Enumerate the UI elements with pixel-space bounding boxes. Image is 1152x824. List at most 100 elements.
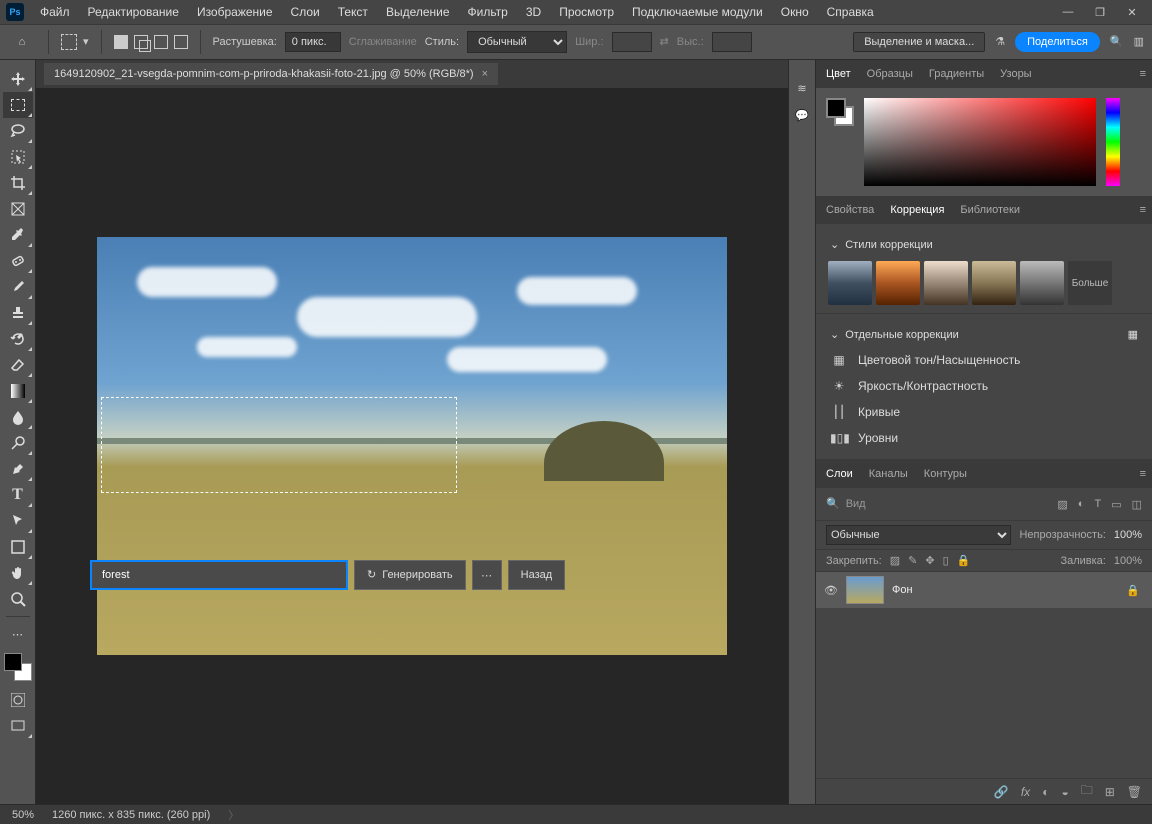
- menu-help[interactable]: Справка: [819, 2, 882, 22]
- adj-bright-contrast[interactable]: ☀Яркость/Контрастность: [828, 373, 1140, 399]
- select-and-mask-button[interactable]: Выделение и маска...: [853, 32, 985, 52]
- sel-new-icon[interactable]: [114, 35, 128, 49]
- layer-filter-select[interactable]: Вид: [846, 494, 1052, 514]
- tab-paths[interactable]: Контуры: [924, 468, 967, 480]
- tab-correction[interactable]: Коррекция: [890, 204, 944, 216]
- lock-paint-icon[interactable]: ✎: [908, 554, 917, 567]
- close-icon[interactable]: ✕: [1118, 2, 1146, 22]
- adj-toggle[interactable]: ⌄Отдельные коррекции▦: [828, 322, 1140, 347]
- filter-pixel-icon[interactable]: ▨: [1057, 498, 1067, 511]
- history-brush-tool[interactable]: [3, 326, 33, 352]
- share-button[interactable]: Поделиться: [1015, 32, 1100, 52]
- move-tool[interactable]: [3, 66, 33, 92]
- tab-gradients[interactable]: Градиенты: [929, 68, 984, 80]
- screenmode-icon[interactable]: [3, 713, 33, 739]
- lock-pos-icon[interactable]: ✥: [925, 554, 934, 567]
- maximize-icon[interactable]: ❐: [1086, 2, 1114, 22]
- new-layer-icon[interactable]: ⊞: [1105, 785, 1115, 799]
- corr-style-thumb[interactable]: [876, 261, 920, 305]
- panel-menu-icon[interactable]: ≡: [1140, 468, 1146, 480]
- corr-styles-toggle[interactable]: ⌄Стили коррекции: [828, 232, 1140, 257]
- fg-bg-colors[interactable]: [4, 653, 32, 681]
- shape-tool[interactable]: [3, 534, 33, 560]
- menu-layers[interactable]: Слои: [283, 2, 328, 22]
- stamp-tool[interactable]: [3, 300, 33, 326]
- menu-filter[interactable]: Фильтр: [460, 2, 516, 22]
- sel-subtract-icon[interactable]: [154, 35, 168, 49]
- menu-plugins[interactable]: Подключаемые модули: [624, 2, 771, 22]
- workspace-icon[interactable]: ▥: [1134, 37, 1144, 48]
- zoom-tool[interactable]: [3, 586, 33, 612]
- gen-prompt-input[interactable]: [90, 560, 348, 590]
- menu-text[interactable]: Текст: [330, 2, 376, 22]
- panel-menu-icon[interactable]: ≡: [1140, 68, 1146, 80]
- mask-icon[interactable]: ◐: [1042, 785, 1049, 799]
- status-zoom[interactable]: 50%: [12, 809, 34, 821]
- feather-input[interactable]: [285, 32, 341, 52]
- grid-view-icon[interactable]: ▦: [1128, 328, 1138, 341]
- panel-menu-icon[interactable]: ≡: [1140, 204, 1146, 216]
- tab-close-icon[interactable]: ×: [482, 68, 488, 80]
- path-select-tool[interactable]: [3, 508, 33, 534]
- hand-tool[interactable]: [3, 560, 33, 586]
- corr-style-more[interactable]: Больше: [1068, 261, 1112, 305]
- filter-adjust-icon[interactable]: ◐: [1078, 498, 1085, 511]
- tab-channels[interactable]: Каналы: [869, 468, 908, 480]
- adjustment-layer-icon[interactable]: ◒: [1061, 785, 1068, 799]
- gen-more-button[interactable]: ⋯: [472, 560, 502, 590]
- layer-thumbnail[interactable]: [846, 576, 884, 604]
- filter-text-icon[interactable]: T: [1094, 498, 1101, 511]
- flask-icon[interactable]: ⚗: [995, 37, 1005, 48]
- tab-color[interactable]: Цвет: [826, 68, 851, 80]
- heal-tool[interactable]: [3, 248, 33, 274]
- layer-name[interactable]: Фон: [892, 584, 1118, 596]
- text-tool[interactable]: T: [3, 482, 33, 508]
- corr-style-thumb[interactable]: [924, 261, 968, 305]
- adj-levels[interactable]: ▮▯▮Уровни: [828, 425, 1140, 451]
- tab-patterns[interactable]: Узоры: [1000, 68, 1031, 80]
- style-select[interactable]: Обычный: [467, 31, 567, 53]
- home-button[interactable]: ⌂: [8, 30, 36, 54]
- opacity-value[interactable]: 100%: [1114, 529, 1142, 541]
- tab-layers[interactable]: Слои: [826, 468, 853, 480]
- minimize-icon[interactable]: —: [1054, 2, 1082, 22]
- eraser-tool[interactable]: [3, 352, 33, 378]
- delete-layer-icon[interactable]: 🗑: [1127, 785, 1142, 799]
- group-icon[interactable]: 🗀: [1081, 781, 1093, 802]
- lock-trans-icon[interactable]: ▨: [890, 554, 900, 567]
- menu-edit[interactable]: Редактирование: [80, 2, 187, 22]
- pen-tool[interactable]: [3, 456, 33, 482]
- visibility-toggle[interactable]: 👁: [824, 584, 838, 597]
- menu-view[interactable]: Просмотр: [551, 2, 622, 22]
- chevron-down-icon[interactable]: ▾: [83, 37, 89, 48]
- gradient-tool[interactable]: [3, 378, 33, 404]
- color-fg-bg[interactable]: [826, 98, 854, 126]
- crop-tool[interactable]: [3, 170, 33, 196]
- tab-swatches[interactable]: Образцы: [867, 68, 913, 80]
- sel-intersect-icon[interactable]: [174, 35, 188, 49]
- adj-curves[interactable]: ⎮⎮Кривые: [828, 399, 1140, 425]
- gen-back-button[interactable]: Назад: [508, 560, 566, 590]
- adj-hue-sat[interactable]: ▦Цветовой тон/Насыщенность: [828, 347, 1140, 373]
- color-field[interactable]: [864, 98, 1096, 186]
- filter-shape-icon[interactable]: ▭: [1111, 498, 1121, 511]
- menu-3d[interactable]: 3D: [518, 2, 549, 22]
- tab-libraries[interactable]: Библиотеки: [960, 204, 1020, 216]
- menu-image[interactable]: Изображение: [189, 2, 281, 22]
- history-panel-icon[interactable]: ≋: [797, 84, 806, 95]
- lock-all-icon[interactable]: 🔒: [957, 554, 971, 567]
- generate-button[interactable]: ↻Генерировать: [354, 560, 466, 590]
- sel-add-icon[interactable]: [134, 35, 148, 49]
- tab-properties[interactable]: Свойства: [826, 204, 874, 216]
- eyedropper-tool[interactable]: [3, 222, 33, 248]
- link-layers-icon[interactable]: 🔗: [994, 785, 1009, 799]
- corr-style-thumb[interactable]: [972, 261, 1016, 305]
- edit-toolbar-icon[interactable]: ⋯: [3, 621, 33, 647]
- blend-mode-select[interactable]: Обычные: [826, 525, 1011, 545]
- object-select-tool[interactable]: [3, 144, 33, 170]
- document-tab[interactable]: 1649120902_21-vsegda-pomnim-com-p-prirod…: [44, 63, 498, 85]
- canvas[interactable]: [36, 88, 788, 804]
- brush-tool[interactable]: [3, 274, 33, 300]
- fx-icon[interactable]: fx: [1021, 785, 1030, 799]
- lasso-tool[interactable]: [3, 118, 33, 144]
